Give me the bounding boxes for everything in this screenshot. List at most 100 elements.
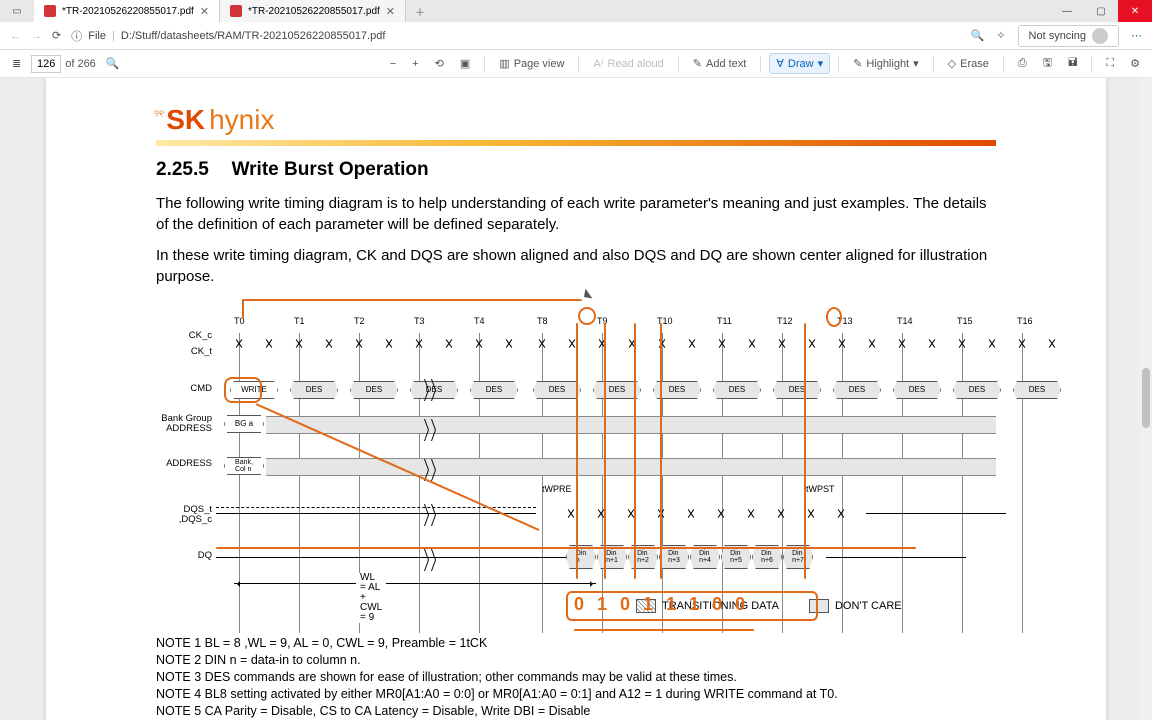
tick-label: T8 xyxy=(537,317,548,326)
section-heading: 2.25.5 Write Burst Operation xyxy=(156,160,996,179)
param-twpst: tWPST xyxy=(806,485,835,494)
chevron-down-icon: ▾ xyxy=(913,57,919,70)
paragraph-2: In these write timing diagram, CK and DQ… xyxy=(156,245,996,287)
draw-button[interactable]: ∀ Draw ▾ xyxy=(769,53,830,74)
label-dq: DQ xyxy=(156,551,212,561)
zoom-icon[interactable]: 🔍 xyxy=(971,29,985,42)
erase-button[interactable]: ◇ Erase xyxy=(942,54,995,73)
label-address: ADDRESS xyxy=(156,459,212,469)
address-cell: Bank, Col n xyxy=(224,457,264,475)
sync-label: Not syncing xyxy=(1029,30,1086,42)
forward-button[interactable]: → xyxy=(31,30,42,42)
add-text-button[interactable]: ✎ Add text xyxy=(687,54,753,73)
fullscreen-button[interactable]: ⛶ xyxy=(1100,54,1120,73)
read-aloud-button[interactable]: A⁾ Read aloud xyxy=(587,54,669,73)
fit-page-button[interactable]: ▣ xyxy=(454,54,476,73)
note-line: NOTE 3 DES commands are shown for ease o… xyxy=(156,669,996,686)
logo: ୨୧ SK hynix xyxy=(156,88,996,134)
dq-row: DinnDinn+1Dinn+2Dinn+3Dinn+4Dinn+5Dinn+6… xyxy=(216,545,976,573)
new-tab-button[interactable]: ＋ xyxy=(406,0,434,22)
cmd-cell: DES xyxy=(470,381,518,399)
zoom-in-button[interactable]: + xyxy=(406,55,424,73)
logo-hynix: hynix xyxy=(209,106,274,134)
tab-title: *TR-20210526220855017.pdf xyxy=(62,6,194,17)
paragraph-1: The following write timing diagram is to… xyxy=(156,193,996,235)
window-minimize-button[interactable]: — xyxy=(1050,0,1084,22)
cmd-cell: DES xyxy=(833,381,881,399)
profile-icon xyxy=(1092,28,1108,44)
label-dqs: DQS_t ,DQS_c xyxy=(156,505,212,524)
zoom-out-button[interactable]: − xyxy=(384,55,402,73)
browser-tab-0[interactable]: *TR-20210526220855017.pdf ✕ xyxy=(34,0,220,22)
window-titlebar: ▭ *TR-20210526220855017.pdf ✕ *TR-202105… xyxy=(0,0,1152,22)
note-line: NOTE 2 DIN n = data-in to column n. xyxy=(156,652,996,669)
tick-label: T2 xyxy=(354,317,365,326)
cmd-cell: DES xyxy=(290,381,338,399)
tick-label: T15 xyxy=(957,317,973,326)
cmd-cell: DES xyxy=(1013,381,1061,399)
save-button[interactable]: 🖫 xyxy=(1037,51,1058,76)
ck-waveform xyxy=(216,329,976,361)
browser-tab-1[interactable]: *TR-20210526220855017.pdf ✕ xyxy=(220,0,406,22)
bga-cell: BG a xyxy=(224,415,264,433)
pdf-viewport[interactable]: ୨୧ SK hynix 2.25.5 Write Burst Operation… xyxy=(0,78,1152,720)
section-title: Write Burst Operation xyxy=(232,159,429,180)
annotation-bit: 1 xyxy=(666,595,676,613)
tick-label: T1 xyxy=(294,317,305,326)
annotation-bit: 1 xyxy=(643,595,653,613)
annotation-bit: 0 xyxy=(574,595,584,613)
save-as-button[interactable]: 🖬 xyxy=(1062,51,1083,76)
timing-diagram: CK_c CK_t CMD Bank Group ADDRESS ADDRESS… xyxy=(156,299,976,625)
url-field[interactable]: ⓘ File | D:/Stuff/datasheets/RAM/TR-2021… xyxy=(71,28,960,44)
window-maximize-button[interactable]: ▢ xyxy=(1084,0,1118,22)
search-icon[interactable]: 🔍 xyxy=(100,54,126,73)
cmd-cell: DES xyxy=(953,381,1001,399)
highlight-button[interactable]: ✎ Highlight ▾ xyxy=(847,54,925,73)
scrollbar-thumb[interactable] xyxy=(1142,368,1150,428)
address-bar: ← → ⟳ ⓘ File | D:/Stuff/datasheets/RAM/T… xyxy=(0,22,1152,50)
pdf-icon xyxy=(230,5,242,17)
tab-close-button[interactable]: ✕ xyxy=(200,5,209,18)
tick-label: T14 xyxy=(897,317,913,326)
tick-label: T4 xyxy=(474,317,485,326)
header-rule xyxy=(156,140,996,146)
address-row: Bank, Col n xyxy=(216,457,976,477)
pdf-toolbar: ≣ of 266 🔍 − + ⟲ ▣ ▥ Page view A⁾ Read a… xyxy=(0,50,1152,78)
url-path: D:/Stuff/datasheets/RAM/TR-2021052622085… xyxy=(121,30,386,42)
settings-icon[interactable]: ⚙ xyxy=(1124,54,1146,73)
bga-row: BG a xyxy=(216,415,976,435)
contents-icon[interactable]: ≣ xyxy=(6,54,27,73)
scrollbar-vertical[interactable] xyxy=(1140,78,1152,720)
tick-label: T12 xyxy=(777,317,793,326)
tab-title: *TR-20210526220855017.pdf xyxy=(248,6,380,17)
page-view-button[interactable]: ▥ Page view xyxy=(493,54,570,73)
favorites-icon[interactable]: ✧ xyxy=(996,29,1005,42)
annotation-circle-t9 xyxy=(578,307,596,325)
cmd-cell: DES xyxy=(893,381,941,399)
cmd-cell: DES xyxy=(773,381,821,399)
page-number-input[interactable] xyxy=(31,55,61,73)
window-close-button[interactable]: ✕ xyxy=(1118,0,1152,22)
tab-actions-button[interactable]: ▭ xyxy=(0,0,34,22)
section-number: 2.25.5 xyxy=(156,159,209,180)
annotation-write-box xyxy=(224,377,262,403)
annotation-bit: 0 xyxy=(712,595,722,613)
info-icon: ⓘ xyxy=(71,28,82,44)
rotate-button[interactable]: ⟲ xyxy=(429,54,450,73)
menu-icon[interactable]: ⋯ xyxy=(1131,29,1142,42)
cmd-cell: DES xyxy=(350,381,398,399)
label-cmd: CMD xyxy=(156,384,212,394)
sync-button[interactable]: Not syncing xyxy=(1018,25,1119,47)
dqs-row xyxy=(216,499,976,529)
tab-close-button[interactable]: ✕ xyxy=(386,5,395,18)
tick-label: T3 xyxy=(414,317,425,326)
refresh-button[interactable]: ⟳ xyxy=(52,29,61,42)
label-bga: Bank Group ADDRESS xyxy=(156,414,212,433)
wl-text: WL = AL + CWL = 9 xyxy=(356,573,386,623)
annotation-bit: 1 xyxy=(689,595,699,613)
print-button[interactable]: ⎙ xyxy=(1012,54,1033,73)
note-line: NOTE 5 CA Parity = Disable, CS to CA Lat… xyxy=(156,703,996,720)
url-scheme: File xyxy=(88,30,106,42)
back-button[interactable]: ← xyxy=(10,30,21,42)
pdf-page: ୨୧ SK hynix 2.25.5 Write Burst Operation… xyxy=(46,78,1106,720)
